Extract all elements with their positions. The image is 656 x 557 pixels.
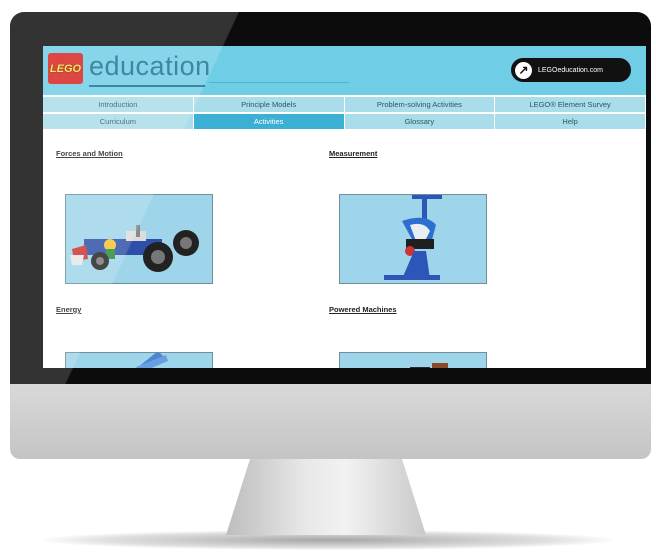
logo-text: LEGO: [49, 62, 82, 75]
nav-row-1: Introduction Principle Models Problem-so…: [43, 97, 646, 114]
brand-underline: [89, 85, 205, 87]
nav-row-2: Curriculum Activities Glossary Help: [43, 114, 646, 131]
tab-help[interactable]: Help: [495, 114, 645, 129]
monitor-bezel: LEGO education ↗ LEGOeducation.com Intro…: [10, 12, 651, 384]
thumbnail-energy[interactable]: [65, 352, 213, 368]
section-link-measurement[interactable]: Measurement: [329, 149, 377, 158]
section-link-energy[interactable]: Energy: [56, 305, 81, 314]
tab-principle-models[interactable]: Principle Models: [193, 97, 344, 112]
section-link-powered-machines[interactable]: Powered Machines: [329, 305, 397, 314]
main-nav: Introduction Principle Models Problem-so…: [43, 97, 646, 131]
brand-title: education: [89, 51, 211, 81]
monitor-chin: [10, 384, 651, 459]
lego-measuring-wheel-model-image: [384, 195, 442, 280]
divider: [209, 82, 349, 83]
tab-curriculum[interactable]: Curriculum: [43, 114, 193, 129]
thumbnail-powered-machines[interactable]: [339, 352, 487, 368]
arrow-up-right-icon: ↗: [515, 61, 532, 79]
monitor-stand: [226, 459, 426, 535]
tab-activities[interactable]: Activities: [193, 114, 344, 129]
tab-glossary[interactable]: Glossary: [344, 114, 495, 129]
tab-problem-solving-activities[interactable]: Problem-solving Activities: [344, 97, 495, 112]
thumbnail-measurement[interactable]: [339, 194, 487, 284]
lego-powered-machine-model-image: [410, 363, 448, 368]
lego-wind-turbine-model-image: [136, 353, 168, 368]
thumbnail-forces-and-motion[interactable]: [65, 194, 213, 284]
site-link-label: LEGOeducation.com: [538, 66, 603, 74]
screen: LEGO education ↗ LEGOeducation.com Intro…: [43, 46, 646, 368]
header-banner: LEGO education ↗ LEGOeducation.com: [43, 46, 646, 95]
tab-introduction[interactable]: Introduction: [43, 97, 193, 112]
lego-car-model-image: [70, 225, 199, 272]
section-link-forces-and-motion[interactable]: Forces and Motion: [56, 149, 123, 158]
lego-logo[interactable]: LEGO: [48, 53, 83, 84]
tab-element-survey[interactable]: LEGO® Element Survey: [495, 97, 645, 112]
site-link-button[interactable]: ↗ LEGOeducation.com: [511, 58, 631, 82]
